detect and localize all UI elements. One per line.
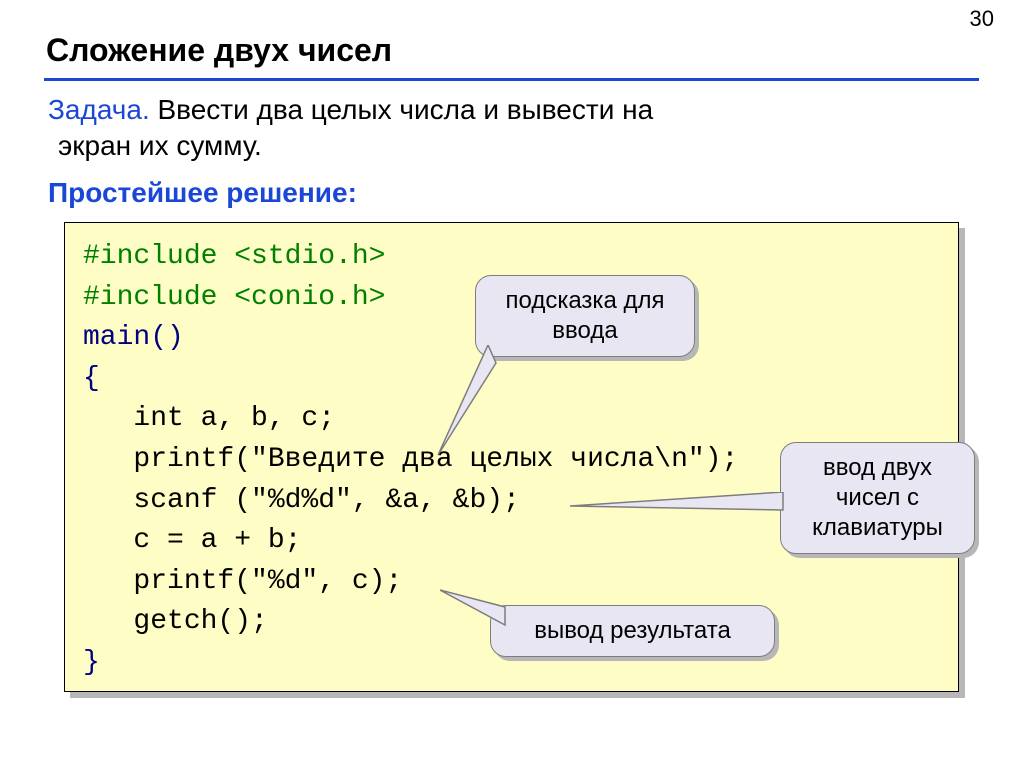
callout-3-text: вывод результата [534, 617, 731, 644]
task-label: Задача. [48, 94, 150, 125]
callout-2-line1: ввод двух [799, 453, 956, 483]
slide-title: Сложение двух чисел [46, 32, 392, 69]
callout-hint-input: подсказка для ввода [475, 275, 695, 357]
code-l3: main() [83, 322, 184, 353]
title-underline [44, 78, 979, 81]
solution-heading: Простейшее решение: [48, 177, 976, 209]
code-l10: getch(); [83, 606, 268, 637]
content-area: Задача. Ввести два целых числа и вывести… [48, 92, 976, 209]
code-l1b: <stdio.h> [234, 241, 385, 272]
code-l2a: #include [83, 282, 234, 313]
task-text-1: Ввести два целых числа и вывести на [150, 94, 653, 125]
callout-output-result: вывод результата [490, 605, 775, 657]
code-l2b: <conio.h> [234, 282, 385, 313]
callout-1-line1: подсказка для [494, 286, 676, 316]
callout-input-two-numbers: ввод двух чисел с клавиатуры [780, 442, 975, 554]
code-l5: int a, b, c; [83, 403, 335, 434]
task-line-1: Задача. Ввести два целых числа и вывести… [48, 92, 976, 128]
callout-1-line2: ввода [494, 316, 676, 346]
code-l9: printf("%d", c); [83, 566, 402, 597]
code-l7: scanf ("%d%d", &a, &b); [83, 485, 520, 516]
code-l4: { [83, 363, 100, 394]
page-number: 30 [970, 6, 994, 32]
code-l11: } [83, 647, 100, 678]
code-l8: c = a + b; [83, 525, 301, 556]
code-l1a: #include [83, 241, 234, 272]
callout-2-line3: клавиатуры [799, 513, 956, 543]
callout-2-line2: чисел с [799, 483, 956, 513]
task-line-2: экран их сумму. [48, 128, 976, 164]
code-l6: printf("Введите два целых числа\n"); [83, 444, 738, 475]
